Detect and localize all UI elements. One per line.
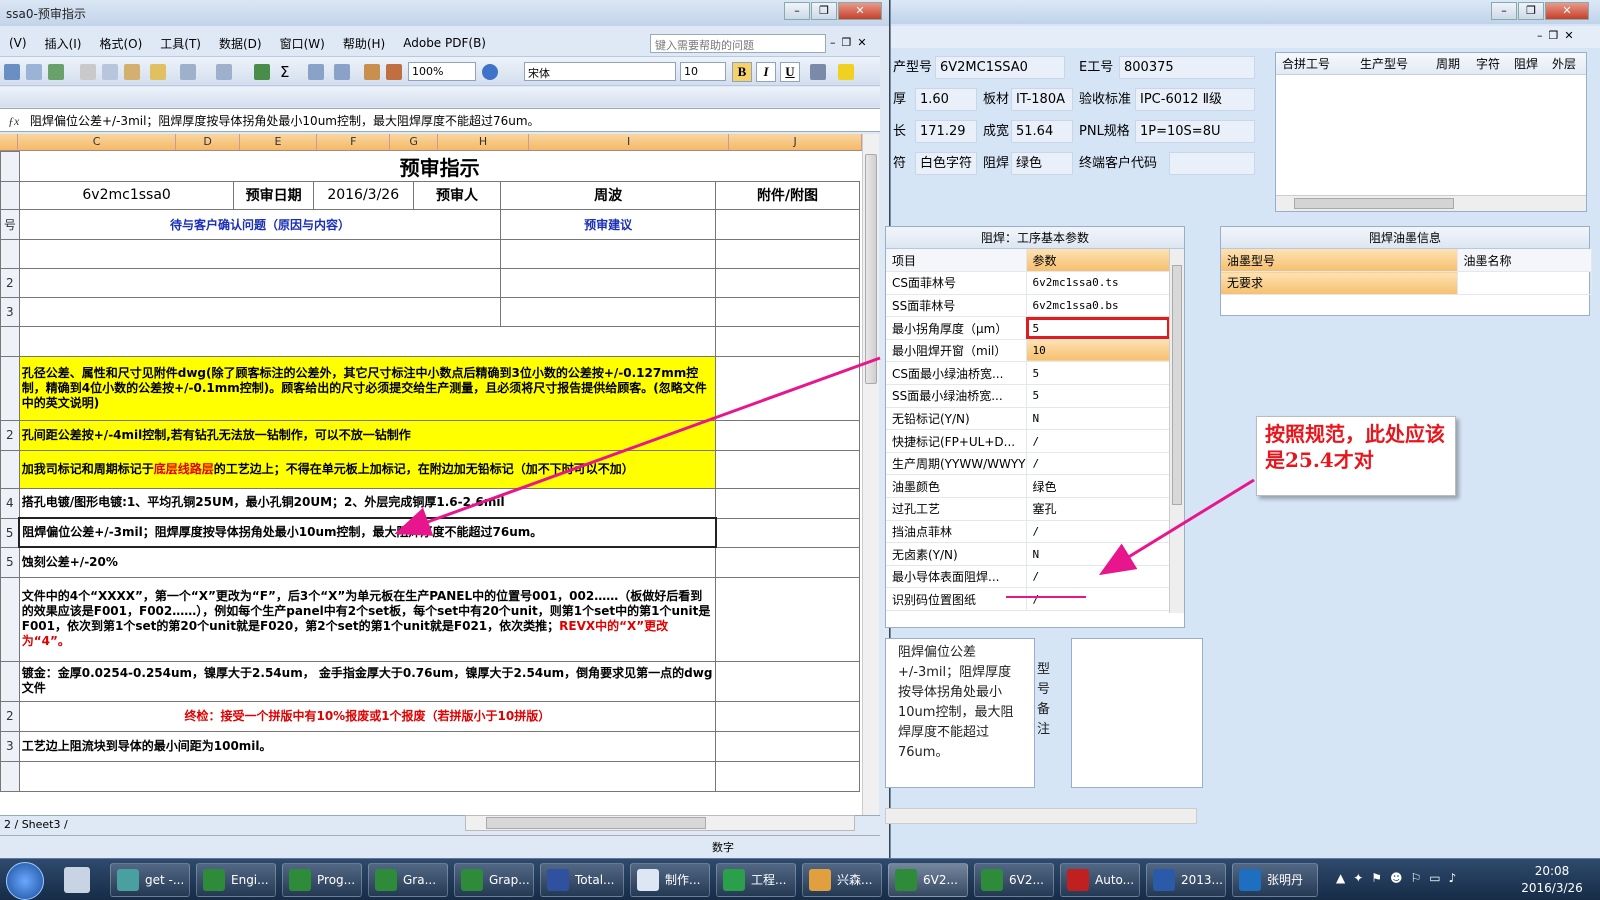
excel-icon	[289, 869, 311, 891]
arrow-to-param	[1098, 478, 1255, 576]
taskbar-item[interactable]: 制作...	[630, 863, 710, 897]
clock[interactable]: 20:08 2016/3/26	[1512, 863, 1592, 897]
floppy-icon	[547, 869, 569, 891]
taskbar-item[interactable]: get -...	[110, 863, 190, 897]
clock-date: 2016/3/26	[1521, 881, 1583, 895]
taskbar: get -... Engi... Prog... Gra... Grap... …	[0, 858, 1600, 900]
clock-time: 20:08	[1534, 864, 1570, 878]
taskbar-item[interactable]: Gra...	[368, 863, 448, 897]
document-icon	[637, 869, 659, 891]
calculator-icon[interactable]	[64, 867, 90, 893]
taskbar-item[interactable]: 兴森...	[802, 863, 882, 897]
excel-icon	[203, 869, 225, 891]
taskbar-item[interactable]: Total...	[540, 863, 624, 897]
app-icon	[723, 869, 745, 891]
taskbar-item[interactable]: Grap...	[454, 863, 534, 897]
annotation-callout: 按照规范，此处应该是25.4才对	[1256, 416, 1456, 496]
start-button[interactable]	[6, 862, 44, 900]
taskbar-item[interactable]: 2013...	[1146, 863, 1226, 897]
excel-icon	[981, 869, 1003, 891]
taskbar-item[interactable]: 工程...	[716, 863, 796, 897]
arrow-to-excel-note	[394, 356, 881, 536]
eye-icon	[117, 869, 139, 891]
word-icon	[1153, 869, 1175, 891]
excel-icon	[461, 869, 483, 891]
taskbar-item[interactable]: 6V2...	[974, 863, 1054, 897]
taskbar-item[interactable]: Auto...	[1060, 863, 1140, 897]
taskbar-item[interactable]: 张明丹	[1232, 863, 1318, 897]
taskbar-item[interactable]: Prog...	[282, 863, 362, 897]
chat-icon	[1239, 869, 1261, 891]
taskbar-item[interactable]: Engi...	[196, 863, 276, 897]
excel-icon	[895, 869, 917, 891]
system-tray-icons[interactable]: ▲✦⚑☻⚐▭♪	[1336, 871, 1506, 889]
excel-icon	[375, 869, 397, 891]
autocad-icon	[1067, 869, 1089, 891]
shell-icon	[809, 869, 831, 891]
taskbar-item-active[interactable]: 6V2...	[888, 863, 968, 897]
